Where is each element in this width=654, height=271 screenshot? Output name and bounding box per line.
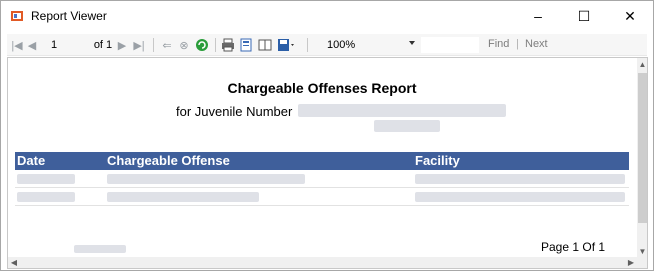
first-page-icon[interactable]: |◀ bbox=[11, 37, 23, 53]
maximize-button[interactable]: ☐ bbox=[561, 1, 607, 31]
table-header: Date Chargeable Offense Facility bbox=[15, 152, 629, 170]
last-page-icon[interactable]: ▶| bbox=[133, 37, 145, 53]
report-toolbar: |◀ ◀ 1 of 1 ▶ ▶| ⇐ ⊗ 100% Find | Next bbox=[7, 34, 647, 56]
report-subtitle: for Juvenile Number bbox=[176, 104, 293, 119]
next-page-icon[interactable]: ▶ bbox=[117, 37, 127, 53]
window-title: Report Viewer bbox=[31, 9, 107, 23]
refresh-icon[interactable] bbox=[195, 37, 209, 53]
title-bar: Report Viewer – ☐ ✕ bbox=[1, 1, 653, 31]
print-icon[interactable] bbox=[221, 37, 235, 53]
scroll-right-icon[interactable]: ▶ bbox=[625, 257, 637, 268]
next-link[interactable]: Next bbox=[525, 38, 548, 50]
redacted-cell bbox=[107, 192, 259, 202]
redacted-cell bbox=[17, 174, 75, 184]
redacted-cell bbox=[107, 174, 305, 184]
current-page-input[interactable]: 1 bbox=[45, 37, 63, 53]
prev-page-icon[interactable]: ◀ bbox=[27, 37, 37, 53]
resize-grip-icon[interactable] bbox=[637, 257, 647, 268]
print-layout-icon[interactable] bbox=[239, 37, 253, 53]
report-title: Chargeable Offenses Report bbox=[227, 80, 417, 96]
table-row bbox=[15, 171, 629, 188]
toolbar-separator bbox=[307, 38, 308, 52]
app-icon bbox=[11, 11, 23, 21]
redacted-juvenile-number bbox=[374, 120, 440, 132]
vertical-scroll-thumb[interactable] bbox=[638, 73, 647, 223]
minimize-button[interactable]: – bbox=[515, 1, 561, 31]
redacted-juvenile-name bbox=[298, 104, 506, 117]
redacted-cell bbox=[415, 192, 625, 202]
page-number-label: Page 1 Of 1 bbox=[541, 240, 606, 254]
redacted-footer-date bbox=[74, 245, 126, 253]
chevron-down-icon bbox=[409, 41, 415, 45]
page-count-label: of 1 bbox=[93, 39, 113, 51]
find-link[interactable]: Find bbox=[488, 38, 509, 50]
horizontal-scrollbar[interactable]: ◀ ▶ bbox=[8, 257, 637, 268]
table-row bbox=[15, 189, 629, 206]
redacted-cell bbox=[17, 192, 75, 202]
report-viewer-window: Report Viewer – ☐ ✕ |◀ ◀ 1 of 1 ▶ ▶| ⇐ ⊗ bbox=[0, 0, 654, 271]
close-button[interactable]: ✕ bbox=[607, 1, 653, 31]
toolbar-separator bbox=[215, 38, 216, 52]
report-viewport[interactable]: Chargeable Offenses Report for Juvenile … bbox=[7, 57, 648, 269]
toolbar-separator bbox=[153, 38, 154, 52]
redacted-cell bbox=[415, 174, 625, 184]
vertical-scrollbar[interactable]: ▲ ▼ bbox=[637, 58, 647, 257]
zoom-dropdown[interactable]: 100% bbox=[327, 37, 419, 53]
back-icon[interactable]: ⇐ bbox=[161, 37, 173, 53]
export-icon[interactable] bbox=[277, 37, 297, 53]
page-setup-icon[interactable] bbox=[258, 37, 272, 53]
column-facility: Facility bbox=[415, 153, 460, 168]
zoom-value: 100% bbox=[327, 39, 356, 51]
find-separator: | bbox=[516, 38, 519, 50]
column-date: Date bbox=[17, 153, 46, 168]
find-input[interactable] bbox=[421, 37, 479, 53]
column-offense: Chargeable Offense bbox=[107, 153, 230, 168]
scroll-down-icon[interactable]: ▼ bbox=[637, 245, 647, 257]
stop-icon[interactable]: ⊗ bbox=[178, 37, 190, 53]
scroll-up-icon[interactable]: ▲ bbox=[637, 58, 647, 70]
scroll-left-icon[interactable]: ◀ bbox=[8, 257, 20, 268]
